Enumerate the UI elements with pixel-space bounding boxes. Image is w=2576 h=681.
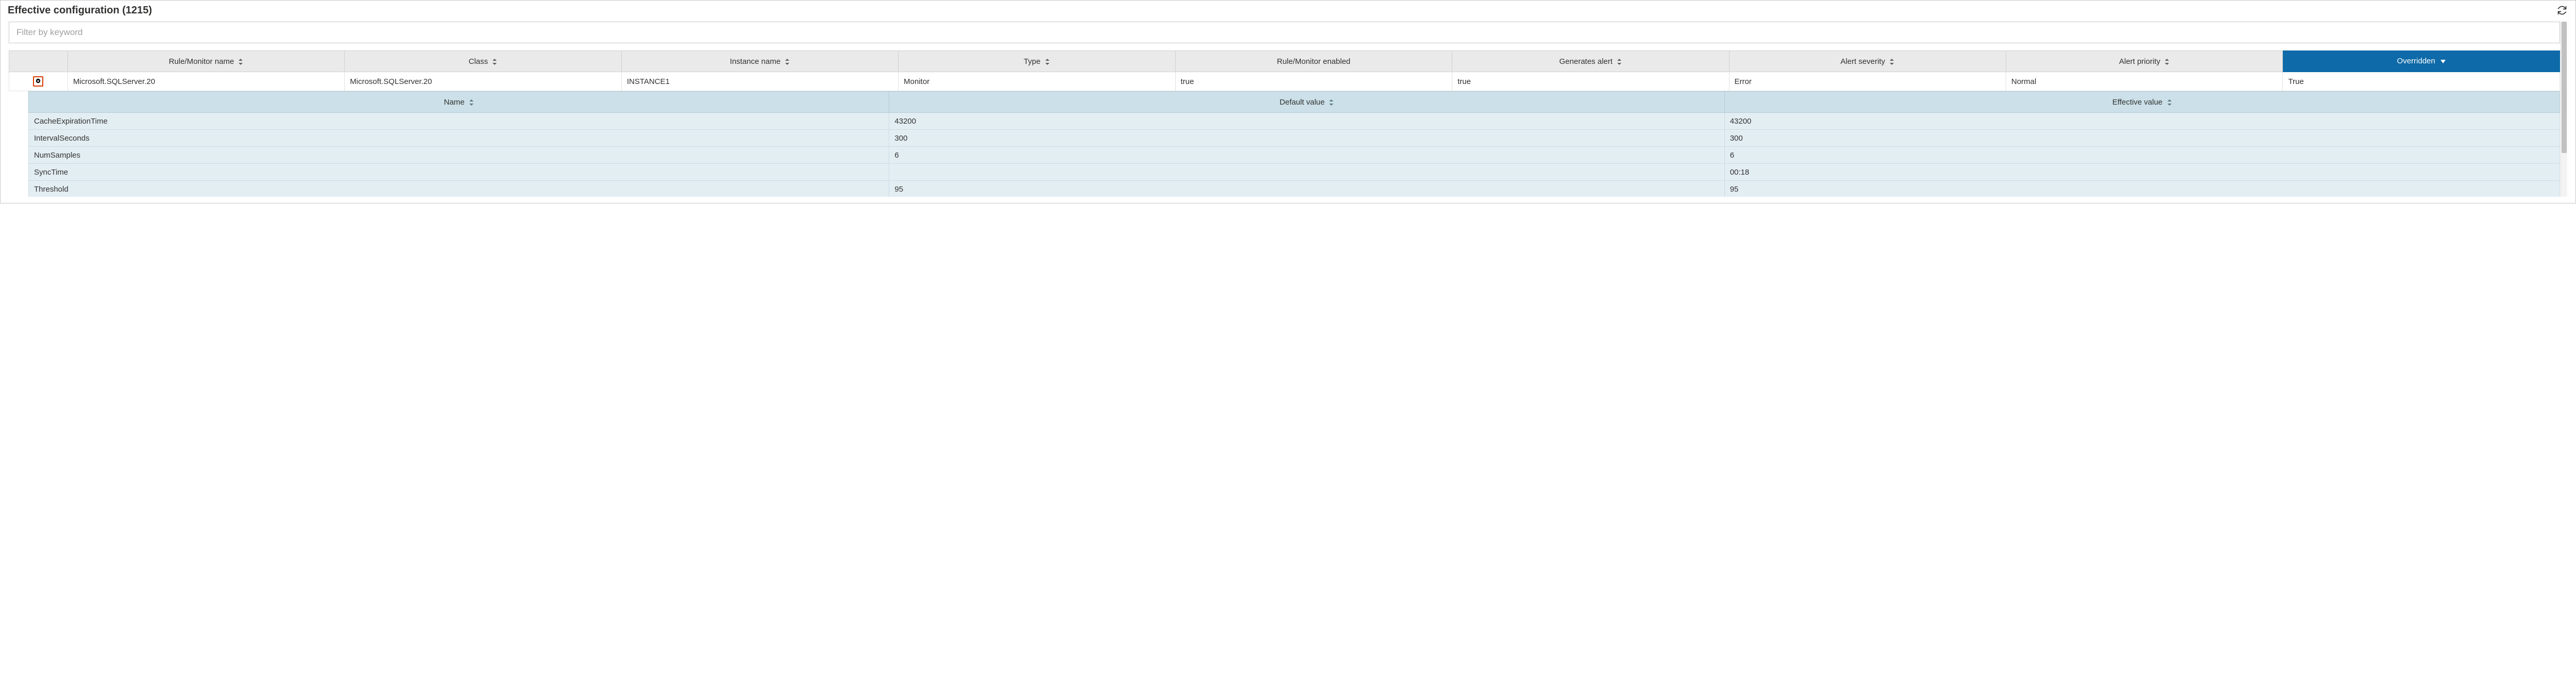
chevron-down-icon <box>33 76 43 87</box>
col-label: Name <box>444 98 465 107</box>
detail-cell-default-value <box>889 164 1724 181</box>
detail-row[interactable]: Threshold9595 <box>29 181 2560 197</box>
detail-cell-default-value: 300 <box>889 130 1724 147</box>
col-expander <box>9 51 68 72</box>
sort-icon <box>1889 59 1894 65</box>
detail-col-default[interactable]: Default value <box>889 92 1724 113</box>
col-generates-alert[interactable]: Generates alert <box>1452 51 1729 72</box>
cell-generates-alert: true <box>1452 72 1729 91</box>
sort-icon <box>2164 59 2170 65</box>
cell-instance-name: INSTANCE1 <box>621 72 898 91</box>
cell-alert-priority: Normal <box>2006 72 2282 91</box>
sort-desc-icon <box>2441 57 2446 66</box>
cell-alert-severity: Error <box>1729 72 2006 91</box>
col-rule-monitor-name[interactable]: Rule/Monitor name <box>67 51 344 72</box>
scroll-area: Rule/Monitor name Class In <box>9 22 2567 197</box>
col-label: Default value <box>1280 98 1325 107</box>
sort-icon <box>492 59 497 65</box>
col-label: Instance name <box>730 57 781 66</box>
detail-cell-default-value: 43200 <box>889 113 1724 130</box>
col-label: Alert severity <box>1840 57 1885 66</box>
detail-cell-name: SyncTime <box>29 164 889 181</box>
col-class[interactable]: Class <box>345 51 621 72</box>
col-alert-severity[interactable]: Alert severity <box>1729 51 2006 72</box>
col-label: Rule/Monitor name <box>169 57 234 66</box>
col-label: Type <box>1024 57 1041 66</box>
detail-cell-effective-value: 95 <box>1724 181 2560 197</box>
cell-type: Monitor <box>899 72 1175 91</box>
col-overridden[interactable]: Overridden <box>2283 51 2560 72</box>
detail-cell-default-value: 6 <box>889 147 1724 164</box>
cell-rule-monitor-name: Microsoft.SQLServer.20 <box>67 72 344 91</box>
detail-cell-name: IntervalSeconds <box>29 130 889 147</box>
detail-cell-effective-value: 6 <box>1724 147 2560 164</box>
detail-row[interactable]: CacheExpirationTime4320043200 <box>29 113 2560 130</box>
sort-icon <box>2167 99 2172 106</box>
detail-cell-effective-value: 300 <box>1724 130 2560 147</box>
detail-row[interactable]: NumSamples66 <box>29 147 2560 164</box>
filter-input[interactable] <box>9 22 2560 43</box>
detail-section: Name Default value <box>9 91 2560 197</box>
detail-cell-effective-value: 00:18 <box>1724 164 2560 181</box>
col-rule-monitor-enabled[interactable]: Rule/Monitor enabled <box>1175 51 1452 72</box>
detail-cell-default-value: 95 <box>889 181 1724 197</box>
config-table: Rule/Monitor name Class In <box>9 50 2560 91</box>
col-instance-name[interactable]: Instance name <box>621 51 898 72</box>
effective-configuration-panel: Effective configuration (1215) <box>0 0 2576 203</box>
scrollbar-thumb[interactable] <box>2562 22 2567 153</box>
refresh-button[interactable] <box>2557 5 2568 16</box>
table-header-row: Rule/Monitor name Class In <box>9 51 2560 72</box>
detail-cell-name: CacheExpirationTime <box>29 113 889 130</box>
col-label: Rule/Monitor enabled <box>1277 57 1351 66</box>
table-row[interactable]: Microsoft.SQLServer.20 Microsoft.SQLServ… <box>9 72 2560 91</box>
sort-icon <box>238 59 243 65</box>
panel-body: Rule/Monitor name Class In <box>1 22 2575 203</box>
detail-col-effective[interactable]: Effective value <box>1724 92 2560 113</box>
detail-cell-name: Threshold <box>29 181 889 197</box>
col-alert-priority[interactable]: Alert priority <box>2006 51 2282 72</box>
col-type[interactable]: Type <box>899 51 1175 72</box>
detail-cell-effective-value: 43200 <box>1724 113 2560 130</box>
panel-header: Effective configuration (1215) <box>1 1 2575 22</box>
col-label: Effective value <box>2112 98 2162 107</box>
sort-icon <box>1617 59 1622 65</box>
refresh-icon <box>2557 5 2567 15</box>
detail-header-row: Name Default value <box>29 92 2560 113</box>
cell-overridden: True <box>2283 72 2560 91</box>
sort-icon <box>1329 99 1334 106</box>
sort-icon <box>1045 59 1050 65</box>
sort-icon <box>469 99 474 106</box>
col-label: Overridden <box>2397 57 2435 65</box>
sort-icon <box>785 59 790 65</box>
vertical-scrollbar[interactable] <box>2561 22 2567 197</box>
detail-table: Name Default value <box>28 91 2560 197</box>
detail-cell-name: NumSamples <box>29 147 889 164</box>
detail-col-name[interactable]: Name <box>29 92 889 113</box>
detail-row[interactable]: SyncTime 00:18 <box>29 164 2560 181</box>
row-expander-cell[interactable] <box>9 72 68 91</box>
cell-rule-monitor-enabled: true <box>1175 72 1452 91</box>
col-label: Generates alert <box>1560 57 1613 66</box>
panel-title: Effective configuration (1215) <box>8 5 152 16</box>
detail-row[interactable]: IntervalSeconds300300 <box>29 130 2560 147</box>
col-label: Alert priority <box>2119 57 2160 66</box>
col-label: Class <box>469 57 488 66</box>
cell-class: Microsoft.SQLServer.20 <box>345 72 621 91</box>
